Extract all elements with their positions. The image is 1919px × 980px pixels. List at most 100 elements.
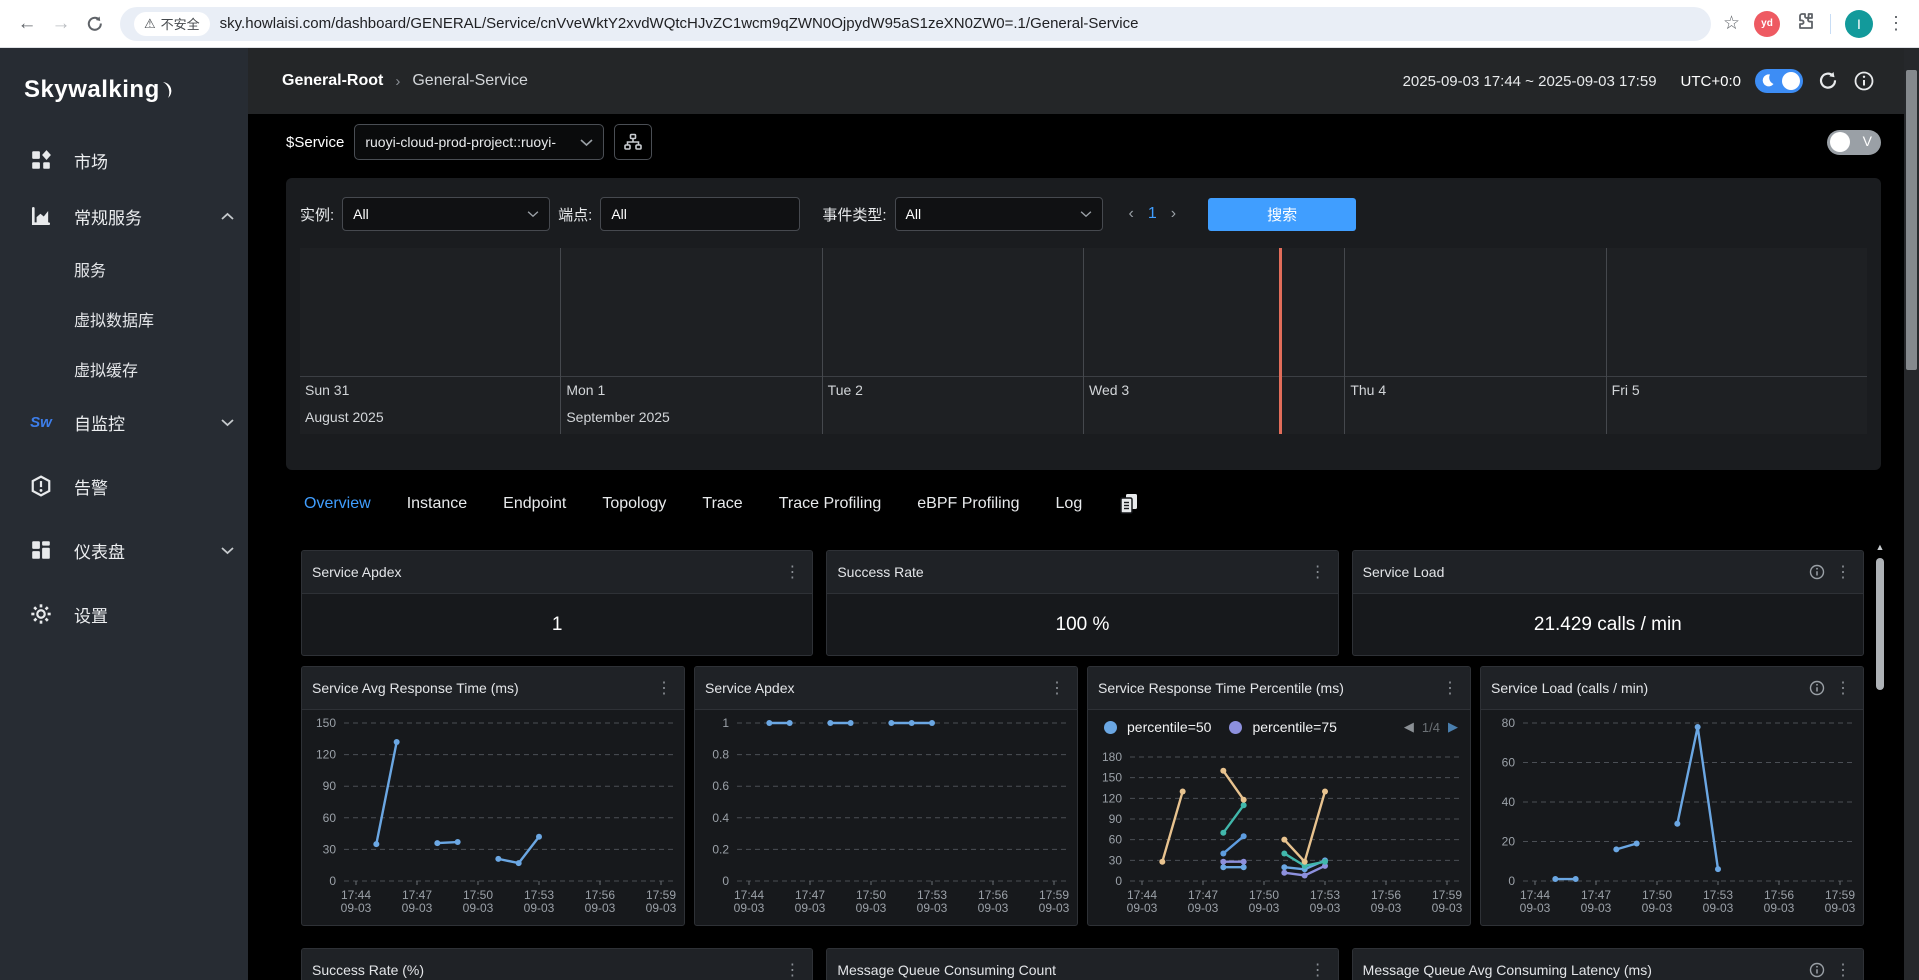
card-title: Service Apdex xyxy=(312,564,782,580)
legend-dot[interactable] xyxy=(1229,721,1242,734)
event-timeline[interactable]: Sun 31 August 2025 Mon 1 September 2025 … xyxy=(300,248,1867,434)
service-selector-row: $Service ruoyi-cloud-prod-project::ruoyi… xyxy=(286,114,1881,170)
sidebar-item-virtual-database[interactable]: 虚拟数据库 xyxy=(0,294,248,344)
sidebar-item-dashboards[interactable]: 仪表盘 xyxy=(0,522,248,578)
kebab-menu-icon[interactable]: ⋮ xyxy=(782,960,802,980)
extension-badge[interactable]: yd xyxy=(1754,11,1780,37)
sidebar-item-settings[interactable]: 设置 xyxy=(0,586,248,642)
filter-row: 实例: All 端点: All 事件类型: All ‹ 1 xyxy=(286,196,1881,232)
sidebar-item-label: 自监控 xyxy=(74,410,125,435)
svg-text:09-03: 09-03 xyxy=(978,901,1009,915)
scrollbar-thumb[interactable] xyxy=(1906,70,1917,370)
sidebar-item-label: 市场 xyxy=(74,148,108,173)
info-icon[interactable] xyxy=(1853,70,1875,92)
tab-trace[interactable]: Trace xyxy=(702,495,742,513)
profile-avatar[interactable]: I xyxy=(1845,10,1873,38)
instance-select[interactable]: All xyxy=(342,197,550,231)
sidebar-item-self-monitoring[interactable]: Sw 自监控 xyxy=(0,394,248,450)
info-icon[interactable] xyxy=(1809,680,1825,696)
alert-icon xyxy=(30,475,52,497)
sidebar: Skywalking 市场 常规服务 服务 虚拟数据库 虚拟缓存 Sw xyxy=(0,48,248,980)
info-icon[interactable] xyxy=(1809,962,1825,978)
duplicate-icon[interactable] xyxy=(1118,492,1140,516)
panel-scrollbar[interactable]: ▲ xyxy=(1874,542,1886,980)
tab-trace-profiling[interactable]: Trace Profiling xyxy=(779,495,882,513)
tab-log[interactable]: Log xyxy=(1056,495,1083,513)
reload-icon[interactable] xyxy=(78,7,112,41)
topology-button[interactable] xyxy=(614,124,652,160)
chart-card-avg-response-time: Service Avg Response Time (ms) ⋮ 0306090… xyxy=(301,666,685,926)
svg-text:09-03: 09-03 xyxy=(402,901,433,915)
chevron-down-icon xyxy=(580,138,593,147)
sidebar-item-alerts[interactable]: 告警 xyxy=(0,458,248,514)
next-page-icon[interactable]: › xyxy=(1171,205,1176,223)
tab-overview[interactable]: Overview xyxy=(304,495,371,513)
forward-icon[interactable]: → xyxy=(44,7,78,41)
event-type-select[interactable]: All xyxy=(895,197,1103,231)
sidebar-item-virtual-cache[interactable]: 虚拟缓存 xyxy=(0,344,248,394)
kebab-menu-icon[interactable]: ⋮ xyxy=(654,678,674,698)
svg-text:09-03: 09-03 xyxy=(1249,901,1280,915)
tab-endpoint[interactable]: Endpoint xyxy=(503,495,566,513)
svg-text:09-03: 09-03 xyxy=(1127,901,1158,915)
address-bar[interactable]: ⚠ 不安全 sky.howlaisi.com/dashboard/GENERAL… xyxy=(120,7,1711,41)
logo-text: Skywalking xyxy=(24,76,160,104)
svg-text:60: 60 xyxy=(323,811,337,825)
svg-text:120: 120 xyxy=(1102,791,1122,805)
tab-ebpf-profiling[interactable]: eBPF Profiling xyxy=(917,495,1019,513)
browser-menu-icon[interactable]: ⋮ xyxy=(1887,13,1905,34)
svg-text:150: 150 xyxy=(316,716,336,730)
timeline-column: Tue 2 xyxy=(822,248,1083,434)
line-chart: 030609012015017:4409-0317:4709-0317:5009… xyxy=(302,711,685,917)
search-button[interactable]: 搜索 xyxy=(1208,198,1356,231)
tab-instance[interactable]: Instance xyxy=(407,495,467,513)
svg-text:09-03: 09-03 xyxy=(1039,901,1070,915)
endpoint-input[interactable]: All xyxy=(600,197,800,231)
tab-topology[interactable]: Topology xyxy=(602,495,666,513)
metrics-panel: Service Apdex ⋮ 1 Success Rate ⋮ 100 % xyxy=(286,528,1881,980)
kebab-menu-icon[interactable]: ⋮ xyxy=(1833,960,1853,980)
utc-label: UTC+0:0 xyxy=(1681,73,1741,90)
breadcrumb-root[interactable]: General-Root xyxy=(282,72,383,90)
bookmark-star-icon[interactable]: ☆ xyxy=(1723,12,1740,35)
svg-text:30: 30 xyxy=(1109,853,1123,867)
kebab-menu-icon[interactable]: ⋮ xyxy=(1440,678,1460,698)
kebab-menu-icon[interactable]: ⋮ xyxy=(1047,678,1067,698)
kebab-menu-icon[interactable]: ⋮ xyxy=(1833,678,1853,698)
dashboard-grid-icon xyxy=(30,539,52,561)
legend-label[interactable]: percentile=50 xyxy=(1127,719,1211,735)
info-icon[interactable] xyxy=(1809,564,1825,580)
refresh-icon[interactable] xyxy=(1817,70,1839,92)
sidebar-item-service[interactable]: 服务 xyxy=(0,244,248,294)
view-mode-toggle[interactable]: V xyxy=(1827,130,1881,155)
scroll-up-icon[interactable]: ▲ xyxy=(1874,542,1886,556)
sidebar-item-marketplace[interactable]: 市场 xyxy=(0,132,248,188)
kebab-menu-icon[interactable]: ⋮ xyxy=(1308,562,1328,582)
scrollbar-thumb[interactable] xyxy=(1876,558,1884,690)
dark-mode-toggle[interactable] xyxy=(1755,69,1803,93)
extensions-puzzle-icon[interactable] xyxy=(1794,10,1816,37)
svg-text:09-03: 09-03 xyxy=(585,901,616,915)
chart-card-mq-consuming-count: Message Queue Consuming Count ⋮ xyxy=(826,948,1338,980)
back-icon[interactable]: ← xyxy=(10,7,44,41)
svg-text:60: 60 xyxy=(1109,833,1123,847)
kebab-menu-icon[interactable]: ⋮ xyxy=(1308,960,1328,980)
window-scrollbar[interactable] xyxy=(1904,48,1919,980)
sidebar-item-general-service[interactable]: 常规服务 xyxy=(0,188,248,244)
svg-text:30: 30 xyxy=(323,842,337,856)
kebab-menu-icon[interactable]: ⋮ xyxy=(782,562,802,582)
chart-card-success-rate-pct: Success Rate (%) ⋮ xyxy=(301,948,813,980)
stat-card-service-apdex: Service Apdex ⋮ 1 xyxy=(301,550,813,656)
skywalking-logo[interactable]: Skywalking xyxy=(0,48,248,132)
legend-prev-icon[interactable]: ◀ xyxy=(1404,719,1414,735)
prev-page-icon[interactable]: ‹ xyxy=(1129,205,1134,223)
legend-next-icon[interactable]: ▶ xyxy=(1448,719,1458,735)
time-range-picker[interactable]: 2025-09-03 17:44 ~ 2025-09-03 17:59 xyxy=(1403,73,1657,90)
legend-label[interactable]: percentile=75 xyxy=(1252,719,1336,735)
kebab-menu-icon[interactable]: ⋮ xyxy=(1833,562,1853,582)
sidebar-item-label: 设置 xyxy=(74,602,108,627)
legend-dot[interactable] xyxy=(1104,721,1117,734)
line-chart: 02040608017:4409-0317:4709-0317:5009-031… xyxy=(1481,711,1864,917)
service-select[interactable]: ruoyi-cloud-prod-project::ruoyi- xyxy=(354,124,604,160)
security-chip[interactable]: ⚠ 不安全 xyxy=(134,12,210,36)
